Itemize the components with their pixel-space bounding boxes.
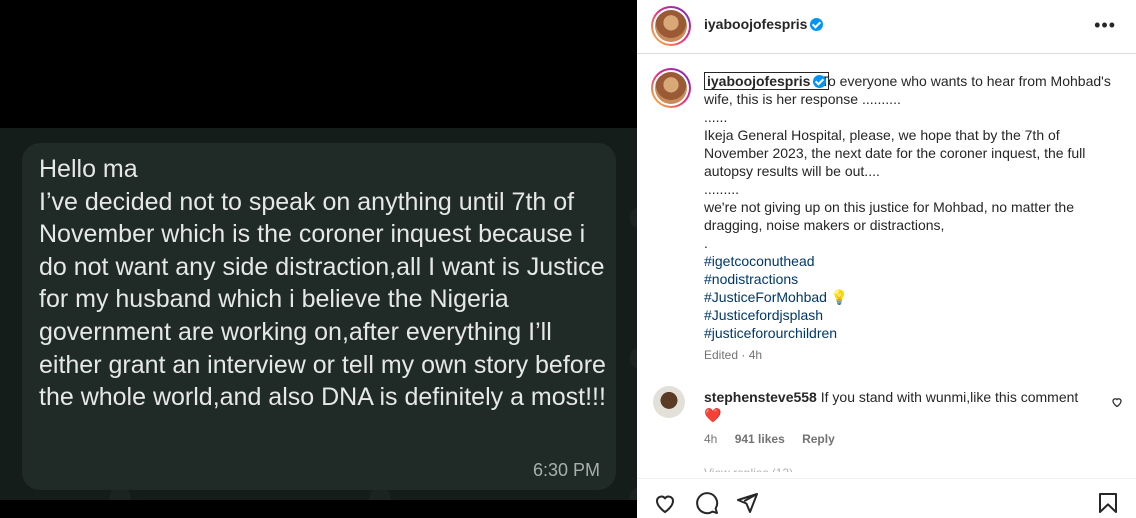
share-icon[interactable] <box>735 491 759 515</box>
caption-text-rest: ...... Ikeja General Hospital, please, w… <box>704 109 1086 251</box>
post-media: Hello ma I’ve decided not to speak on an… <box>0 0 637 518</box>
comment-reply-button[interactable]: Reply <box>802 432 835 446</box>
caption-username[interactable]: iyaboojofespris <box>704 72 830 90</box>
comment-emoji: ❤️ <box>704 407 722 423</box>
view-replies-link[interactable]: View replies (13) <box>704 466 793 472</box>
hashtag-link[interactable]: #justiceforourchildren <box>704 324 1124 342</box>
hashtag-link[interactable]: #nodistractions <box>704 270 1124 288</box>
comment-text: If you stand with wunmi,like this commen… <box>820 389 1079 405</box>
more-horizontal-icon[interactable]: ••• <box>1094 16 1116 34</box>
heart-icon[interactable] <box>653 491 677 515</box>
post-caption: To everyone who wants to hear from Mohba… <box>704 72 1124 342</box>
hashtag-link[interactable]: #Justicefordjsplash <box>704 306 1124 324</box>
comment-icon[interactable] <box>695 491 719 515</box>
message-time: 6:30 PM <box>532 460 600 480</box>
commenter-username[interactable]: stephensteve558 <box>704 389 817 405</box>
verified-badge-icon <box>810 18 824 31</box>
post-panel: iyaboojofespris ••• To everyone who want… <box>637 0 1136 518</box>
comment-body: stephensteve558 If you stand with wunmi,… <box>704 388 1114 424</box>
post-header: iyaboojofespris ••• <box>637 0 1136 54</box>
bookmark-icon[interactable] <box>1096 491 1120 515</box>
message-text: Hello ma I’ve decided not to speak on an… <box>39 155 606 412</box>
hashtag-link[interactable]: #JusticeForMohbad 💡 <box>704 288 1124 306</box>
edited-timestamp: Edited · 4h <box>704 348 763 362</box>
author-avatar[interactable] <box>651 6 691 46</box>
comment-time: 4h <box>704 432 718 446</box>
message-bubble: Hello ma I’ve decided not to speak on an… <box>22 143 616 490</box>
caption-author-avatar[interactable] <box>651 68 691 108</box>
hashtag-link[interactable]: #igetcoconuthead <box>704 252 1124 270</box>
hashtag-list: #igetcoconuthead #nodistractions #Justic… <box>704 252 1124 342</box>
post-actions <box>637 478 1136 518</box>
author-username[interactable]: iyaboojofespris <box>704 16 824 32</box>
comment-meta: 4h 941 likes Reply <box>704 432 849 446</box>
verified-badge-icon <box>813 75 827 88</box>
commenter-avatar[interactable] <box>653 386 685 418</box>
comment-like-heart-icon[interactable] <box>1111 396 1123 411</box>
comment-likes[interactable]: 941 likes <box>735 432 785 446</box>
